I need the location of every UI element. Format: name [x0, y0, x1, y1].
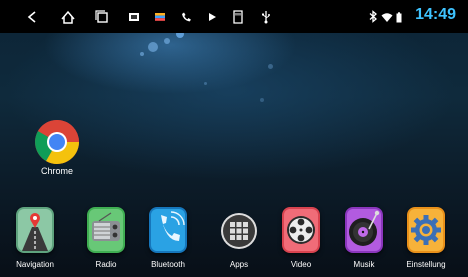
wallpaper-bubble [260, 98, 264, 102]
bluetooth-phone-icon [149, 207, 187, 253]
app-navigation[interactable]: Navigation [4, 204, 66, 277]
app-label: Musik [353, 260, 375, 269]
chrome-icon [35, 120, 79, 164]
wallpaper-bubble [140, 52, 144, 56]
wallpaper-bubble [268, 64, 273, 69]
wallpaper-bubble [204, 82, 207, 85]
color-icon[interactable] [150, 7, 170, 27]
recents-icon[interactable] [92, 7, 112, 27]
navigation-icon [16, 207, 54, 253]
chrome-label: Chrome [40, 166, 73, 176]
clock: 14:49 [415, 6, 456, 23]
app-label: Bluetooth [151, 260, 185, 269]
app-label: Apps [229, 260, 249, 269]
app-apps[interactable]: Apps [208, 204, 270, 277]
back-icon[interactable] [22, 7, 42, 27]
wallpaper-bubble [164, 38, 170, 44]
app-einstellung[interactable]: Einstellung [395, 204, 457, 277]
home-icon[interactable] [58, 7, 78, 27]
music-icon [345, 207, 383, 253]
settings-icon [407, 207, 445, 253]
video-icon [282, 207, 320, 253]
app-label: Video [290, 260, 312, 269]
app-label: Radio [95, 260, 117, 269]
phone-icon[interactable] [176, 7, 196, 27]
screenshot-icon[interactable] [124, 7, 144, 27]
radio-icon [87, 207, 125, 253]
app-label: Navigation [16, 260, 54, 269]
app-bluetooth[interactable]: Bluetooth [137, 204, 199, 277]
usb-icon[interactable] [256, 7, 276, 27]
status-bar: 14:49 [0, 0, 468, 33]
sd-card-icon[interactable] [228, 7, 248, 27]
app-radio[interactable]: Radio [75, 204, 137, 277]
apps-grid-icon [221, 213, 257, 249]
app-label: Einstellung [406, 260, 446, 269]
wallpaper-bubble [148, 42, 158, 52]
battery-icon [396, 10, 402, 28]
system-tray [369, 10, 402, 28]
wifi-icon [381, 10, 393, 28]
media-icon[interactable] [202, 7, 222, 27]
app-dock: Navigation Radio Bluetooth Apps Video Mu… [0, 204, 468, 277]
app-video[interactable]: Video [270, 204, 332, 277]
bluetooth-icon [369, 10, 378, 28]
app-musik[interactable]: Musik [333, 204, 395, 277]
home-screen: 14:49 Chrome Navigation Radio Bluetooth … [0, 0, 468, 277]
